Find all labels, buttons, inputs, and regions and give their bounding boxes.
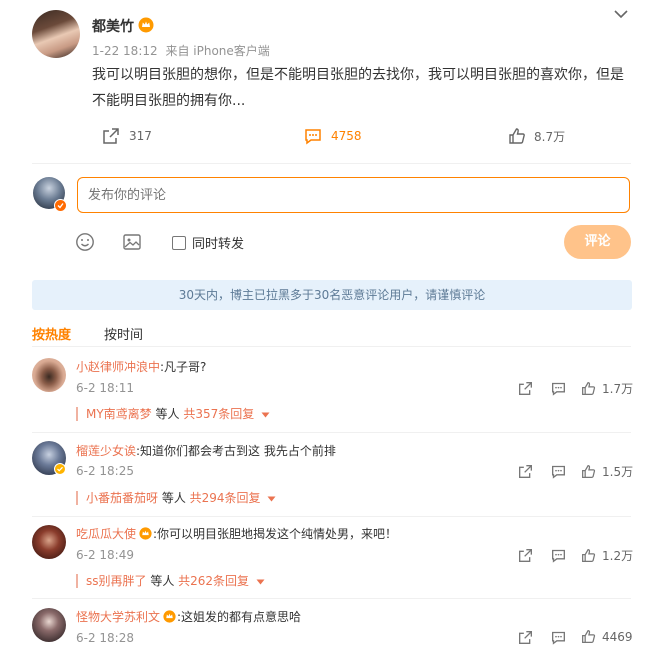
divider bbox=[32, 598, 631, 599]
commenter-name[interactable]: 吃瓜瓜大使 bbox=[76, 525, 136, 542]
post-meta: 1-22 18:12 来自 iPhone客户端 bbox=[92, 42, 270, 59]
reply-summary[interactable]: 小番茄番茄呀 等人 共294条回复 bbox=[76, 491, 276, 505]
verified-badge-icon bbox=[54, 463, 66, 475]
reply-summary[interactable]: MY南鸢离梦 等人 共357条回复 bbox=[76, 407, 270, 421]
vip-crown-icon bbox=[163, 610, 176, 623]
commenter-avatar[interactable] bbox=[32, 608, 66, 642]
post-source: 来自 iPhone客户端 bbox=[165, 44, 270, 58]
comment-text: :这姐发的都有点意思哈 bbox=[177, 610, 302, 624]
caret-down-icon bbox=[267, 496, 276, 502]
author-name[interactable]: 都美竹 bbox=[92, 16, 134, 36]
comment-like-count: 1.5万 bbox=[602, 465, 634, 479]
like-count: 8.7万 bbox=[534, 129, 566, 144]
comment-text: :知道你们都会考古到这 我先占个前排 bbox=[136, 444, 336, 458]
commenter-name[interactable]: 小赵律师冲浪中 bbox=[76, 360, 160, 374]
commenter-avatar[interactable] bbox=[32, 525, 66, 559]
reply-mid: 等人 bbox=[151, 407, 184, 421]
share-icon[interactable] bbox=[518, 381, 533, 396]
thumbs-up-icon bbox=[581, 548, 596, 563]
notice-text: 30天内，博主已拉黑多于30名恶意评论用户，请谨慎评论 bbox=[178, 288, 486, 302]
thumbs-up-icon bbox=[508, 127, 526, 145]
thumbs-up-icon bbox=[581, 629, 596, 644]
thumbs-up-icon bbox=[581, 381, 596, 396]
comment-input[interactable] bbox=[77, 177, 630, 213]
reply-user[interactable]: ss别再胖了 bbox=[86, 574, 147, 588]
comment-like-button[interactable]: 4469 bbox=[581, 629, 633, 644]
repost-count: 317 bbox=[129, 129, 152, 143]
image-icon[interactable] bbox=[122, 232, 142, 252]
thumbs-up-icon bbox=[581, 464, 596, 479]
comment-icon[interactable] bbox=[551, 548, 566, 563]
reply-count[interactable]: 共262条回复 bbox=[178, 574, 249, 588]
forward-checkbox[interactable] bbox=[172, 235, 186, 250]
divider bbox=[32, 346, 631, 347]
comment-like-count: 1.2万 bbox=[602, 549, 634, 563]
comment-time: 6-2 18:49 bbox=[76, 548, 134, 562]
comment-time: 6-2 18:28 bbox=[76, 631, 134, 645]
repost-button[interactable]: 317 bbox=[102, 127, 152, 145]
comment-like-count: 1.7万 bbox=[602, 382, 634, 396]
post-text: 我可以明目张胆的想你，但是不能明目张胆的去找你，我可以明目张胆的喜欢你，但是不能… bbox=[92, 67, 624, 109]
comment-time: 6-2 18:11 bbox=[76, 381, 134, 395]
caret-down-icon bbox=[261, 412, 270, 418]
notice-banner: 30天内，博主已拉黑多于30名恶意评论用户，请谨慎评论 bbox=[32, 280, 632, 310]
vip-crown-icon bbox=[138, 17, 154, 33]
share-icon[interactable] bbox=[518, 464, 533, 479]
comment-count: 4758 bbox=[331, 129, 362, 143]
comment-button[interactable]: 4758 bbox=[304, 127, 362, 145]
comment-like-count: 4469 bbox=[602, 629, 633, 644]
comment-body: 怪物大学苏利文 :这姐发的都有点意思哈 bbox=[76, 608, 301, 625]
comment-icon[interactable] bbox=[551, 464, 566, 479]
comment-text: :你可以明目张胆地揭发这个纯情处男，来吧！ bbox=[153, 527, 398, 541]
reply-mid: 等人 bbox=[158, 491, 190, 505]
comment-text: :凡子哥? bbox=[160, 360, 207, 374]
tab-sort-time[interactable]: 按时间 bbox=[104, 324, 143, 343]
caret-down-icon bbox=[256, 579, 265, 585]
divider bbox=[32, 516, 631, 517]
comment-time: 6-2 18:25 bbox=[76, 464, 134, 478]
share-icon[interactable] bbox=[518, 630, 533, 645]
commenter-avatar[interactable] bbox=[32, 358, 66, 392]
vip-crown-icon bbox=[139, 527, 152, 540]
share-icon[interactable] bbox=[518, 548, 533, 563]
reply-summary[interactable]: ss别再胖了 等人 共262条回复 bbox=[76, 574, 265, 588]
forward-label: 同时转发 bbox=[192, 237, 245, 252]
divider bbox=[32, 432, 631, 433]
emoji-icon[interactable] bbox=[75, 232, 95, 252]
comment-body: 榴莲少女诶:知道你们都会考古到这 我先占个前排 bbox=[76, 442, 336, 459]
tab-sort-hot[interactable]: 按热度 bbox=[32, 324, 71, 343]
forward-toggle[interactable]: 同时转发 bbox=[172, 233, 244, 252]
chevron-down-icon[interactable] bbox=[613, 7, 629, 21]
reply-user[interactable]: MY南鸢离梦 bbox=[86, 407, 152, 421]
reply-count[interactable]: 共357条回复 bbox=[183, 407, 254, 421]
comment-body: 吃瓜瓜大使 :你可以明目张胆地揭发这个纯情处男，来吧！ bbox=[76, 525, 397, 542]
like-button[interactable]: 8.7万 bbox=[508, 127, 565, 145]
commenter-name[interactable]: 怪物大学苏利文 bbox=[76, 608, 160, 625]
reply-count[interactable]: 共294条回复 bbox=[190, 491, 261, 505]
comment-body: 小赵律师冲浪中:凡子哥? bbox=[76, 358, 206, 375]
post-time: 1-22 18:12 bbox=[92, 44, 158, 58]
comment-like-button[interactable]: 1.2万 bbox=[581, 547, 633, 564]
reply-user[interactable]: 小番茄番茄呀 bbox=[86, 491, 158, 505]
comment-icon[interactable] bbox=[551, 381, 566, 396]
comment-icon[interactable] bbox=[551, 630, 566, 645]
author-avatar[interactable] bbox=[32, 10, 80, 58]
share-icon bbox=[102, 127, 120, 145]
commenter-name[interactable]: 榴莲少女诶 bbox=[76, 444, 136, 458]
vip-badge-icon bbox=[54, 199, 67, 212]
reply-mid: 等人 bbox=[146, 574, 179, 588]
comment-like-button[interactable]: 1.7万 bbox=[581, 380, 633, 397]
comment-like-button[interactable]: 1.5万 bbox=[581, 463, 633, 480]
submit-comment-button[interactable]: 评论 bbox=[564, 225, 631, 259]
divider bbox=[32, 163, 631, 164]
comment-icon bbox=[304, 127, 322, 145]
